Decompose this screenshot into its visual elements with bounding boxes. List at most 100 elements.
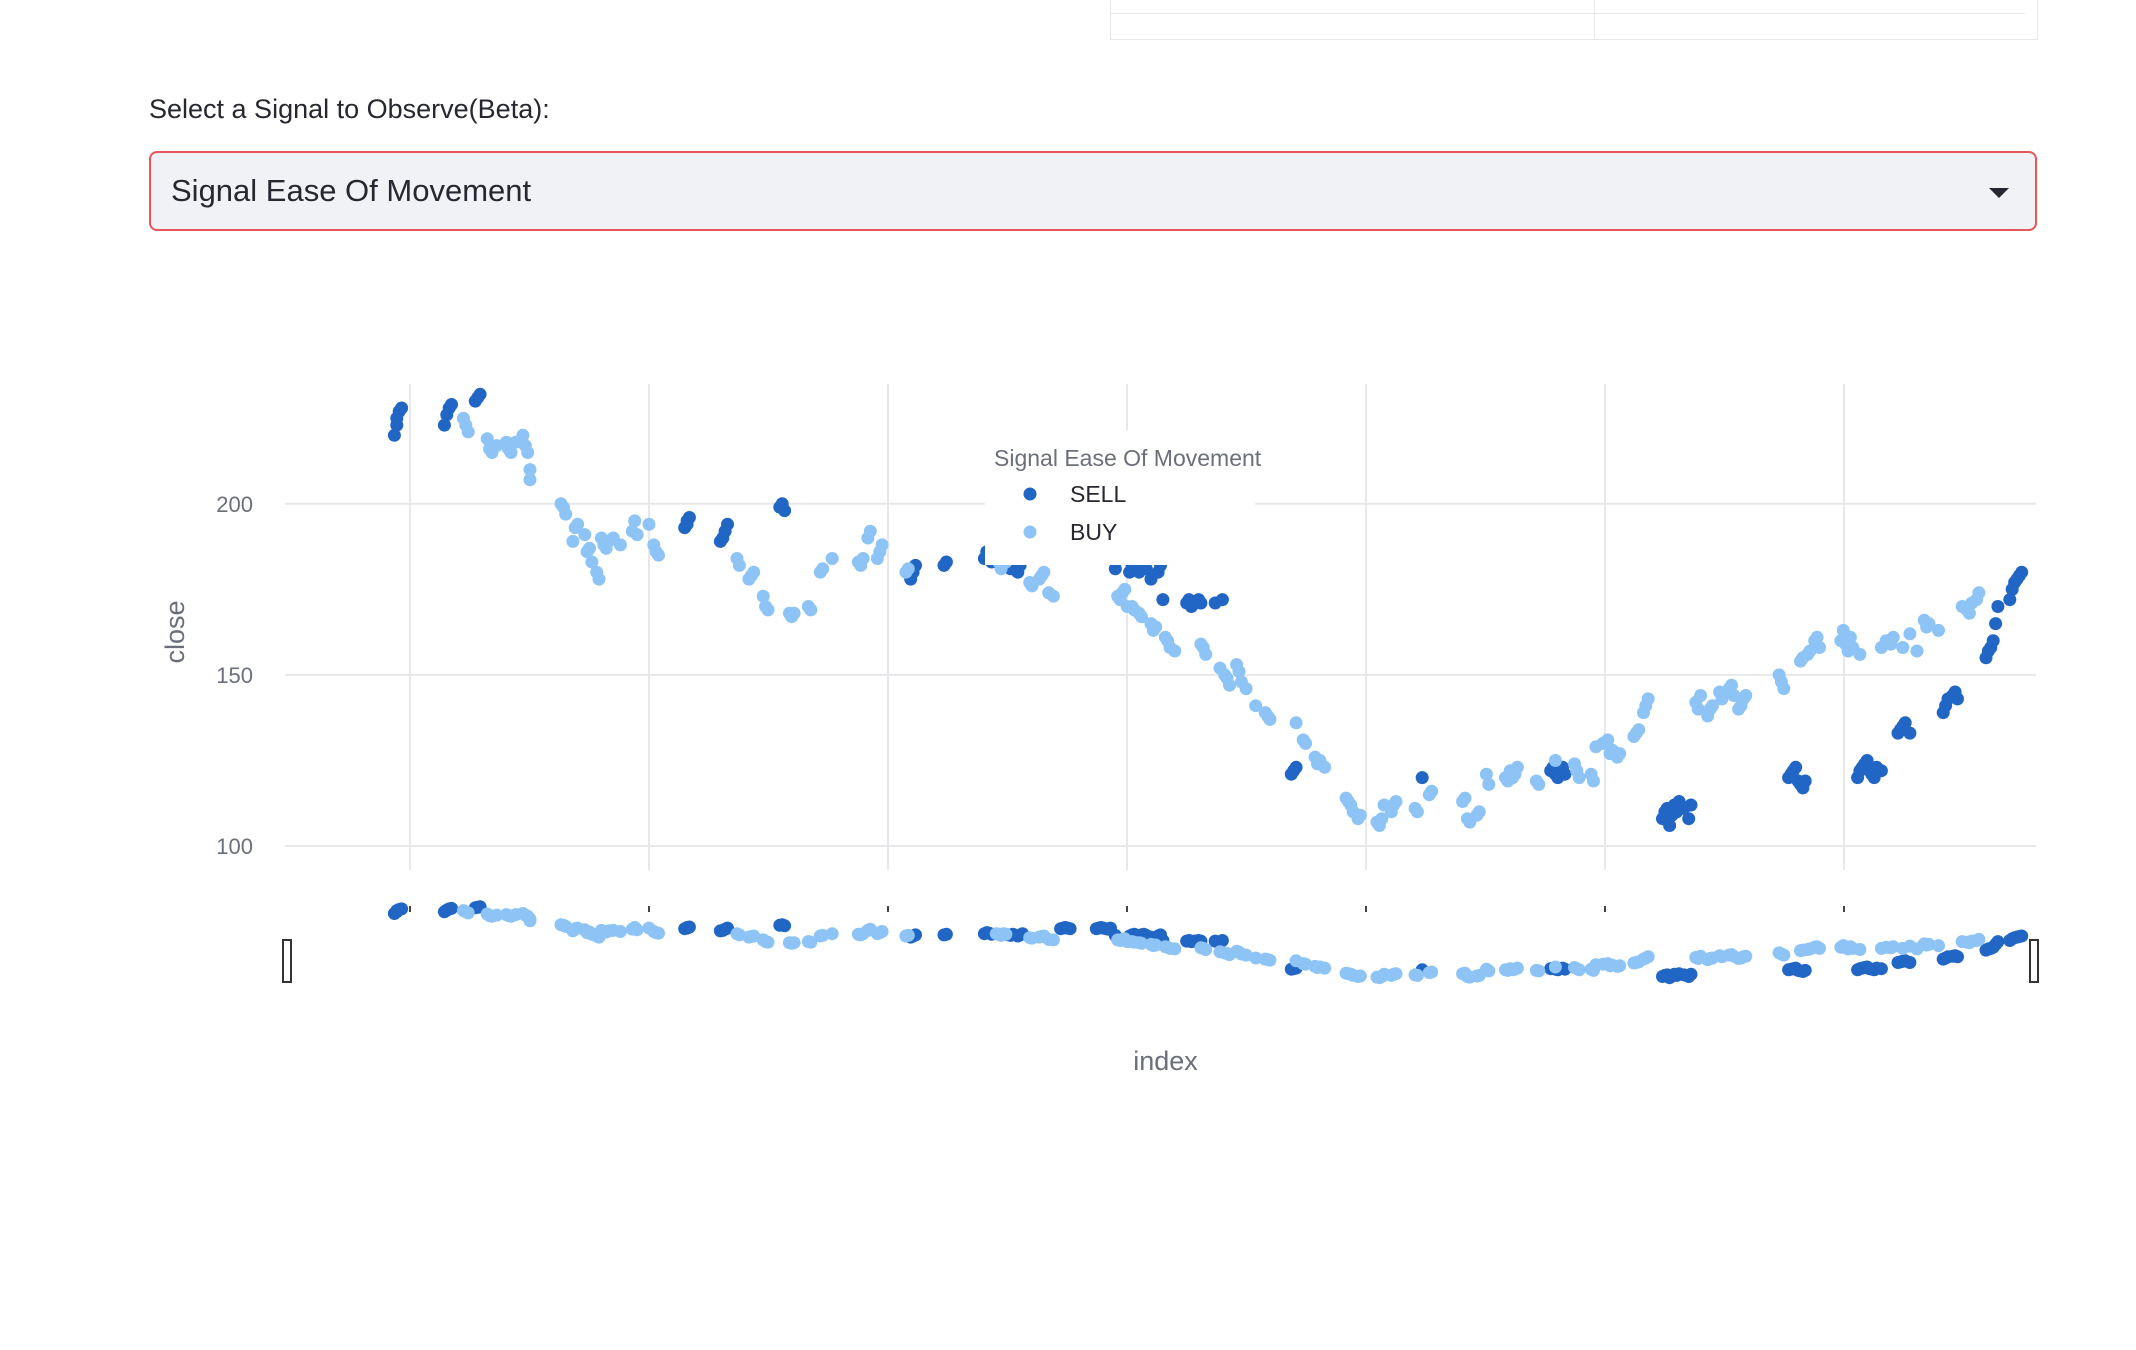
buy-slider-point — [613, 925, 627, 938]
buy-slider-point — [999, 927, 1013, 941]
sell-point — [1903, 726, 1917, 740]
sell-point — [1951, 692, 1964, 706]
sell-point — [721, 517, 734, 531]
y-tick-label: 100 — [216, 834, 253, 859]
buy-point — [1694, 689, 1708, 702]
buy-point — [1853, 647, 1867, 661]
buy-point — [1168, 644, 1182, 658]
buy-slider-point — [461, 906, 475, 920]
buy-point — [825, 552, 839, 565]
buy-slider-point — [1510, 961, 1524, 975]
buy-point — [559, 507, 573, 521]
buy-point — [1932, 623, 1945, 637]
buy-point — [1548, 754, 1562, 767]
buy-slider-point — [1389, 967, 1403, 981]
sell-point — [1986, 634, 2000, 648]
sell-slider-point — [395, 902, 409, 916]
buy-slider-point — [1548, 960, 1562, 974]
buy-point — [761, 603, 775, 617]
sell-slider-point — [445, 901, 458, 915]
buy-slider-point — [761, 935, 775, 949]
buy-point — [1425, 784, 1439, 798]
buy-slider-point — [1532, 964, 1546, 978]
sell-point — [395, 401, 409, 415]
sell-point — [778, 504, 792, 518]
buy-point — [1896, 641, 1910, 654]
legend-marker-buy — [1023, 525, 1037, 539]
buy-slider-point — [1410, 968, 1424, 982]
buy-point — [461, 425, 475, 439]
buy-point — [1886, 630, 1900, 644]
sell-point — [1684, 798, 1698, 812]
sell-point — [1194, 596, 1208, 610]
x-axis-title: index — [1133, 1046, 1198, 1076]
buy-point — [1532, 777, 1546, 791]
buy-slider-point — [1641, 950, 1655, 964]
buy-point — [1641, 692, 1655, 706]
sell-point — [445, 398, 458, 411]
buy-point — [1910, 644, 1924, 658]
sell-slider-point — [1991, 935, 2005, 949]
sell-slider-point — [2015, 929, 2029, 943]
buy-slider-point — [875, 925, 889, 938]
sell-point — [1991, 600, 2005, 613]
sell-point — [939, 555, 953, 569]
buy-slider-point — [1482, 964, 1496, 978]
legend-item-sell: SELL — [1070, 481, 1126, 507]
buy-slider-point — [1853, 943, 1867, 956]
buy-slider-point — [630, 923, 644, 937]
sell-slider-point — [1063, 922, 1077, 936]
buy-point — [592, 572, 606, 586]
buy-point — [1972, 586, 1986, 600]
y-tick-label: 150 — [216, 663, 253, 688]
buy-slider-point — [1813, 941, 1826, 955]
sell-point — [1156, 593, 1170, 607]
sell-point — [1798, 774, 1812, 788]
legend-title: Signal Ease Of Movement — [994, 445, 1262, 471]
sell-point — [1682, 812, 1696, 826]
buy-slider-point — [901, 928, 915, 942]
range-slider-left-handle[interactable] — [282, 939, 292, 983]
buy-slider-point — [1425, 965, 1439, 979]
buy-slider-point — [1932, 939, 1945, 953]
sell-slider-point — [1903, 956, 1917, 969]
buy-point — [628, 514, 642, 528]
buy-point — [1389, 795, 1403, 808]
chart-legend[interactable]: Signal Ease Of Movement SELL BUY — [985, 430, 1262, 565]
sell-point — [1558, 767, 1572, 781]
buy-slider-point — [787, 936, 801, 950]
buy-point — [1299, 736, 1313, 750]
buy-slider-point — [523, 914, 537, 928]
y-axis-title: close — [160, 600, 190, 663]
buy-point — [1037, 565, 1051, 579]
sell-point — [473, 387, 487, 401]
buy-point — [1410, 805, 1424, 819]
sell-point — [1289, 760, 1303, 774]
buy-point — [521, 446, 535, 459]
buy-point — [1239, 682, 1253, 696]
sell-point — [1415, 771, 1429, 785]
buy-point — [652, 548, 665, 562]
buy-point — [1353, 808, 1367, 822]
buy-point — [566, 534, 580, 548]
buy-point — [787, 606, 801, 620]
range-slider-right-handle[interactable] — [2029, 939, 2039, 983]
signal-scatter-chart: 100 150 200 index close Signal Ease Of Mov… — [160, 384, 2039, 1076]
buy-point — [1739, 689, 1753, 702]
buy-slider-point — [1263, 953, 1277, 967]
buy-point — [1572, 771, 1586, 785]
app-page: Select a Signal to Observe(Beta): Signal… — [0, 0, 2136, 1350]
buy-point — [1510, 760, 1524, 774]
sell-slider-point — [1951, 950, 1964, 964]
buy-point — [1482, 777, 1496, 791]
buy-slider-point — [1199, 943, 1213, 956]
buy-point — [1118, 582, 1132, 596]
buy-point — [1632, 723, 1646, 737]
buy-point — [1472, 805, 1486, 819]
buy-point — [856, 552, 870, 565]
buy-slider-point — [652, 926, 665, 940]
sell-point — [1989, 617, 2003, 631]
sell-slider-point — [1798, 963, 1812, 977]
range-slider[interactable] — [282, 900, 2039, 985]
buy-point — [1046, 589, 1060, 603]
